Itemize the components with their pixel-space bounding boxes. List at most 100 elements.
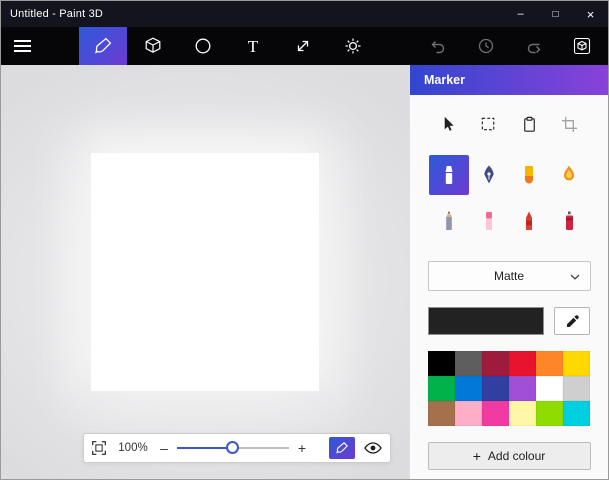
palette-swatch-7[interactable] <box>455 376 482 401</box>
maximize-button[interactable]: □ <box>538 1 573 27</box>
close-button[interactable]: × <box>573 1 608 27</box>
cursor-icon <box>444 116 454 131</box>
brush-grid <box>410 155 608 241</box>
crayon-icon <box>526 211 532 230</box>
zoom-level: 100% <box>118 442 148 454</box>
tool-brushes[interactable] <box>79 27 127 65</box>
plus-icon: + <box>472 448 481 464</box>
side-panel: Marker Matte + Add colour <box>409 65 608 479</box>
crop-icon <box>562 116 578 132</box>
menu-button[interactable] <box>1 27 43 65</box>
redo-icon <box>527 43 541 54</box>
eye-icon <box>364 442 382 454</box>
tool-canvas[interactable] <box>279 27 327 65</box>
palette-grid <box>410 351 608 426</box>
palette-swatch-6[interactable] <box>428 376 455 401</box>
palette-swatch-11[interactable] <box>563 376 590 401</box>
text-tool-icon: T <box>247 36 259 56</box>
palette-swatch-2[interactable] <box>482 351 509 376</box>
redo-button[interactable] <box>524 36 544 56</box>
palette-swatch-16[interactable] <box>536 401 563 426</box>
zoom-in-button[interactable]: + <box>296 441 308 455</box>
palette-swatch-3[interactable] <box>509 351 536 376</box>
palette-swatch-13[interactable] <box>455 401 482 426</box>
calligraphy-pen-icon <box>484 165 494 184</box>
palette-swatch-5[interactable] <box>563 351 590 376</box>
brush-marker[interactable] <box>429 155 469 195</box>
resize-icon <box>297 40 309 52</box>
palette-swatch-9[interactable] <box>509 376 536 401</box>
spray-can-icon <box>566 211 573 230</box>
tool-text[interactable]: T <box>229 27 277 65</box>
3d-library-icon <box>573 37 591 55</box>
app-window: Untitled - Paint 3D – □ × T 100% – + Mar… <box>0 0 609 480</box>
window-title: Untitled - Paint 3D <box>10 8 104 20</box>
brush-oil-brush[interactable] <box>509 155 549 195</box>
brush-icon <box>94 37 112 54</box>
brush-mode-button[interactable] <box>329 437 355 459</box>
zoom-slider-thumb[interactable] <box>226 441 239 454</box>
cube-icon <box>145 37 161 53</box>
3d-library-button[interactable] <box>572 36 592 56</box>
zoom-out-button[interactable]: – <box>158 441 170 455</box>
tool-2d-shapes[interactable] <box>179 27 227 65</box>
title-bar: Untitled - Paint 3D – □ × <box>1 1 608 27</box>
oil-brush-icon <box>525 166 533 184</box>
history-icon <box>478 38 494 54</box>
palette-swatch-8[interactable] <box>482 376 509 401</box>
palette-swatch-15[interactable] <box>509 401 536 426</box>
fit-view-icon <box>92 441 106 455</box>
eyedropper-icon <box>566 314 579 327</box>
history-button[interactable] <box>476 36 496 56</box>
palette-swatch-12[interactable] <box>428 401 455 426</box>
zoom-slider-fill <box>177 447 233 449</box>
finish-dropdown[interactable]: Matte <box>427 261 591 291</box>
view-mode-button[interactable] <box>362 438 384 458</box>
eyedropper-button[interactable] <box>554 307 590 335</box>
add-colour-button[interactable]: + Add colour <box>427 442 591 470</box>
watercolour-icon <box>564 165 574 181</box>
brush-spray-can[interactable] <box>549 201 589 241</box>
content-area: 100% – + Marker Matte + Add colour <box>1 65 608 479</box>
palette-swatch-10[interactable] <box>536 376 563 401</box>
marquee-select-button[interactable] <box>478 113 500 135</box>
paste-button[interactable] <box>518 113 540 135</box>
zoom-slider[interactable] <box>177 440 289 456</box>
history-group <box>428 36 608 56</box>
circle-icon <box>195 38 211 54</box>
colour-row <box>428 307 590 335</box>
palette-swatch-0[interactable] <box>428 351 455 376</box>
undo-icon <box>431 41 445 54</box>
fit-to-view-button[interactable] <box>90 439 108 457</box>
minimize-button[interactable]: – <box>503 1 538 27</box>
brush-eraser[interactable] <box>469 201 509 241</box>
crop-button[interactable] <box>559 113 581 135</box>
canvas-area[interactable]: 100% – + <box>1 65 409 479</box>
undo-button[interactable] <box>428 36 448 56</box>
tool-3d-shapes[interactable] <box>129 27 177 65</box>
tool-effects[interactable] <box>329 27 377 65</box>
tool-group: T <box>79 27 377 65</box>
brush-crayon[interactable] <box>509 201 549 241</box>
brush-watercolour[interactable] <box>549 155 589 195</box>
marker-icon <box>445 166 453 184</box>
menu-icon <box>13 37 31 55</box>
palette-swatch-17[interactable] <box>563 401 590 426</box>
eraser-icon <box>486 212 492 230</box>
brush-pencil[interactable] <box>429 201 469 241</box>
brush-calligraphy-pen[interactable] <box>469 155 509 195</box>
toolbar: T <box>1 27 608 65</box>
window-controls: – □ × <box>503 1 608 27</box>
select-tool-button[interactable] <box>437 113 459 135</box>
sun-icon <box>345 38 361 54</box>
paste-icon <box>523 116 535 132</box>
chevron-down-icon <box>570 274 579 280</box>
palette-swatch-4[interactable] <box>536 351 563 376</box>
zoom-toolbar: 100% – + <box>83 433 391 463</box>
brush-icon <box>335 442 348 454</box>
palette-swatch-1[interactable] <box>455 351 482 376</box>
current-colour-swatch[interactable] <box>428 307 544 335</box>
drawing-canvas[interactable] <box>91 153 319 391</box>
marquee-icon <box>481 117 495 130</box>
palette-swatch-14[interactable] <box>482 401 509 426</box>
